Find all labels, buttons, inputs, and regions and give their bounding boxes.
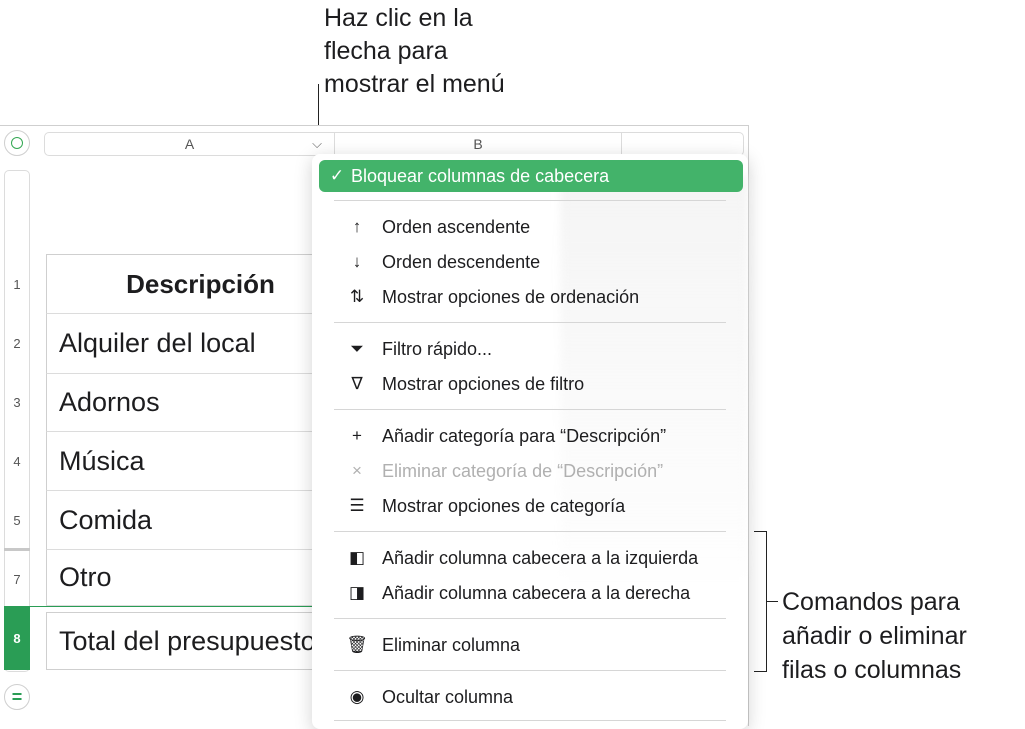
menu-item-add-category[interactable]: + Añadir categoría para “Descripción”	[324, 419, 734, 453]
menu-item-hide-column[interactable]: ◉ Ocultar columna	[324, 680, 734, 714]
menu-item-category-options[interactable]: ☰ Mostrar opciones de categoría	[324, 489, 734, 523]
row-header-2[interactable]: 2	[4, 336, 30, 351]
arrow-up-icon: ↑	[352, 217, 362, 236]
menu-separator	[334, 409, 726, 410]
row-header-bar	[4, 170, 30, 672]
column-left-icon: ◧	[348, 548, 366, 567]
menu-item-lock-header-columns[interactable]: ✓ Bloquear columnas de cabecera	[319, 160, 743, 192]
table-cell[interactable]: Música	[46, 432, 314, 491]
menu-item-sort-descending[interactable]: ↓ Orden descendente	[324, 245, 734, 279]
filter-icon: ∇	[351, 374, 363, 393]
column-header-b[interactable]: B	[335, 132, 621, 156]
quick-filter-icon: ⏷	[350, 339, 364, 358]
callout-click-arrow: Haz clic en la flecha para mostrar el me…	[324, 4, 505, 98]
select-table-button[interactable]	[4, 130, 30, 156]
menu-item-add-header-column-left[interactable]: ◧ Añadir columna cabecera a la izquierda	[324, 541, 734, 575]
menu-separator	[334, 200, 726, 201]
menu-item-label: Filtro rápido...	[382, 338, 493, 359]
checkmark-icon: ✓	[329, 166, 345, 185]
menu-item-filter-options[interactable]: ∇ Mostrar opciones de filtro	[324, 367, 734, 401]
selection-border-top	[30, 606, 314, 607]
table-footer-cell[interactable]: Total del presupuesto	[46, 612, 314, 670]
sort-arrows-icon: ⇅	[349, 287, 365, 306]
callout-commands: Comandos para añadir o eliminar filas o …	[782, 588, 967, 684]
column-header-a[interactable]: A	[45, 132, 334, 156]
chevron-down-icon[interactable]: ⌵	[309, 136, 325, 152]
row-header-7[interactable]: 7	[4, 572, 30, 587]
menu-separator	[334, 322, 726, 323]
menu-item-label: Añadir columna cabecera a la izquierda	[382, 547, 699, 568]
menu-item-label: Ocultar columna	[382, 686, 514, 707]
menu-item-label: Eliminar categoría de “Descripción”	[382, 460, 664, 481]
row-header-5[interactable]: 5	[4, 513, 30, 528]
menu-item-add-header-column-right[interactable]: ◨ Añadir columna cabecera a la derecha	[324, 576, 734, 610]
row-header-1[interactable]: 1	[4, 277, 30, 292]
menu-item-label: Mostrar opciones de filtro	[382, 373, 585, 394]
column-divider	[621, 133, 622, 155]
menu-item-label: Mostrar opciones de ordenación	[382, 286, 640, 307]
eye-slash-icon: ◉	[349, 687, 365, 706]
row-header-3[interactable]: 3	[4, 395, 30, 410]
menu-item-label: Orden descendente	[382, 251, 541, 272]
menu-item-label: Bloquear columnas de cabecera	[351, 165, 610, 186]
menu-separator	[334, 720, 726, 721]
trash-icon: 🗑	[346, 635, 368, 654]
hidden-row-indicator	[4, 548, 30, 551]
table-cell[interactable]: Alquiler del local	[46, 314, 314, 374]
menu-item-label: Orden ascendente	[382, 216, 531, 237]
column-right-icon: ◨	[348, 583, 366, 602]
menu-separator	[334, 531, 726, 532]
menu-item-delete-column[interactable]: 🗑 Eliminar columna	[324, 628, 734, 662]
menu-item-label: Eliminar columna	[382, 634, 521, 655]
table-cell[interactable]: Comida	[46, 491, 314, 550]
row-header-4[interactable]: 4	[4, 454, 30, 469]
menu-separator	[334, 618, 726, 619]
list-icon: ☰	[349, 496, 365, 515]
menu-item-sort-options[interactable]: ⇅ Mostrar opciones de ordenación	[324, 280, 734, 314]
close-icon: ×	[352, 461, 362, 480]
menu-item-label: Añadir columna cabecera a la derecha	[382, 582, 691, 603]
arrow-down-icon: ↓	[352, 252, 362, 271]
menu-item-remove-category: × Eliminar categoría de “Descripción”	[324, 454, 734, 488]
add-row-icon[interactable]: =	[4, 684, 30, 710]
menu-separator	[334, 670, 726, 671]
table-header-cell[interactable]: Descripción	[46, 254, 314, 314]
table-cell[interactable]: Adornos	[46, 374, 314, 432]
callout-bracket-tick	[766, 601, 778, 602]
menu-item-quick-filter[interactable]: ⏷ Filtro rápido...	[324, 332, 734, 366]
table-cell[interactable]: Otro	[46, 550, 314, 606]
row-header-8-selected[interactable]: 8	[4, 606, 30, 670]
menu-item-sort-ascending[interactable]: ↑ Orden ascendente	[324, 210, 734, 244]
plus-icon: +	[352, 426, 362, 445]
menu-item-label: Añadir categoría para “Descripción”	[382, 425, 667, 446]
menu-item-label: Mostrar opciones de categoría	[382, 495, 626, 516]
